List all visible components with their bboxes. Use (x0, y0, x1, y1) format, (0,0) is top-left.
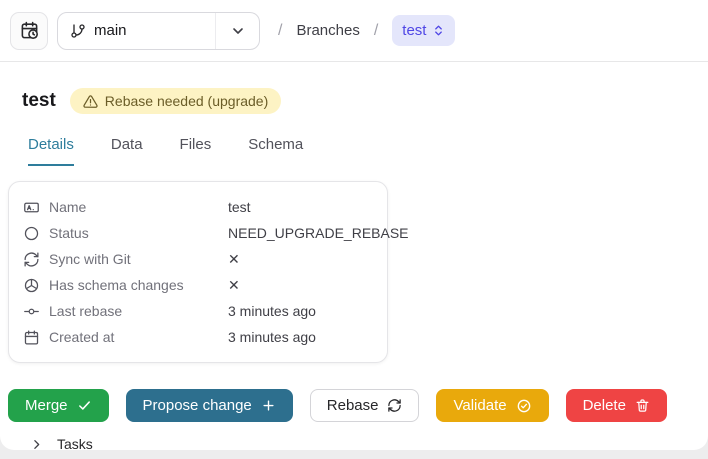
branch-select[interactable]: main (57, 11, 260, 50)
breadcrumb-separator: / (278, 21, 283, 39)
calendar-icon (23, 329, 40, 346)
detail-label: Sync with Git (49, 251, 131, 267)
validate-button[interactable]: Validate (436, 389, 549, 422)
branch-switcher-label: test (402, 22, 427, 39)
propose-change-button-label: Propose change (142, 397, 252, 414)
page-title: test (22, 90, 56, 111)
commit-icon (23, 303, 40, 320)
detail-value: ✕ (228, 250, 240, 267)
detail-value: NEED_UPGRADE_REBASE (228, 225, 409, 241)
detail-label: Status (49, 225, 89, 241)
plus-icon (261, 398, 276, 413)
rebase-button-label: Rebase (326, 397, 379, 414)
chevron-down-icon (215, 12, 259, 49)
page-header: test Rebase needed (upgrade) (0, 62, 708, 114)
merge-button[interactable]: Merge (8, 389, 109, 422)
tab-schema[interactable]: Schema (248, 136, 303, 166)
breadcrumb-branches-link[interactable]: Branches (296, 22, 359, 39)
validate-button-label: Validate (453, 397, 507, 414)
detail-label: Last rebase (49, 303, 123, 319)
detail-value: ✕ (228, 276, 240, 293)
merge-button-label: Merge (25, 397, 68, 414)
detail-row-name: Name test (23, 194, 373, 220)
detail-row-created-at: Created at 3 minutes ago (23, 324, 373, 350)
action-bar: Merge Propose change Rebase Validate Del… (8, 389, 708, 422)
tab-data[interactable]: Data (111, 136, 143, 166)
trash-icon (635, 398, 650, 413)
delete-button-label: Delete (582, 397, 626, 414)
badge-label: Rebase needed (upgrade) (104, 93, 269, 109)
detail-value: test (228, 199, 251, 215)
branch-page-panel: main / Branches / test test Rebase neede… (0, 0, 708, 450)
badge-check-icon (516, 398, 532, 414)
breadcrumb-separator: / (373, 21, 379, 39)
tasks-toggle[interactable]: Tasks (30, 436, 708, 450)
sync-icon (23, 251, 40, 268)
name-field-icon (23, 199, 40, 216)
rebase-needed-badge: Rebase needed (upgrade) (69, 88, 282, 114)
status-circle-icon (23, 225, 40, 242)
calendar-clock-icon (20, 21, 39, 40)
tab-bar: Details Data Files Schema (28, 136, 708, 166)
chevrons-up-down-icon (432, 24, 445, 37)
detail-row-sync: Sync with Git ✕ (23, 246, 373, 272)
branch-select-value: main (94, 22, 127, 39)
top-bar: main / Branches / test (0, 0, 708, 62)
delete-button[interactable]: Delete (565, 389, 667, 422)
detail-row-status: Status NEED_UPGRADE_REBASE (23, 220, 409, 246)
detail-label: Created at (49, 329, 115, 345)
tab-details[interactable]: Details (28, 136, 74, 166)
git-branch-icon (70, 23, 86, 39)
history-button[interactable] (10, 11, 48, 50)
branch-switcher[interactable]: test (392, 15, 456, 46)
propose-change-button[interactable]: Propose change (125, 389, 293, 422)
schema-icon (23, 277, 40, 294)
detail-row-last-rebase: Last rebase 3 minutes ago (23, 298, 373, 324)
detail-row-schema-changes: Has schema changes ✕ (23, 272, 373, 298)
chevron-right-icon (30, 438, 43, 451)
detail-label: Has schema changes (49, 277, 184, 293)
rebase-button[interactable]: Rebase (309, 389, 420, 422)
warning-triangle-icon (83, 94, 98, 109)
tab-files[interactable]: Files (180, 136, 212, 166)
breadcrumb: / Branches / test (278, 15, 456, 46)
check-icon (77, 398, 92, 413)
refresh-icon (387, 398, 402, 413)
tasks-label: Tasks (57, 436, 93, 450)
detail-value: 3 minutes ago (228, 329, 316, 345)
detail-value: 3 minutes ago (228, 303, 316, 319)
detail-label: Name (49, 199, 87, 215)
details-card: Name test Status NEED_UPGRADE_REBASE Syn… (8, 181, 409, 363)
